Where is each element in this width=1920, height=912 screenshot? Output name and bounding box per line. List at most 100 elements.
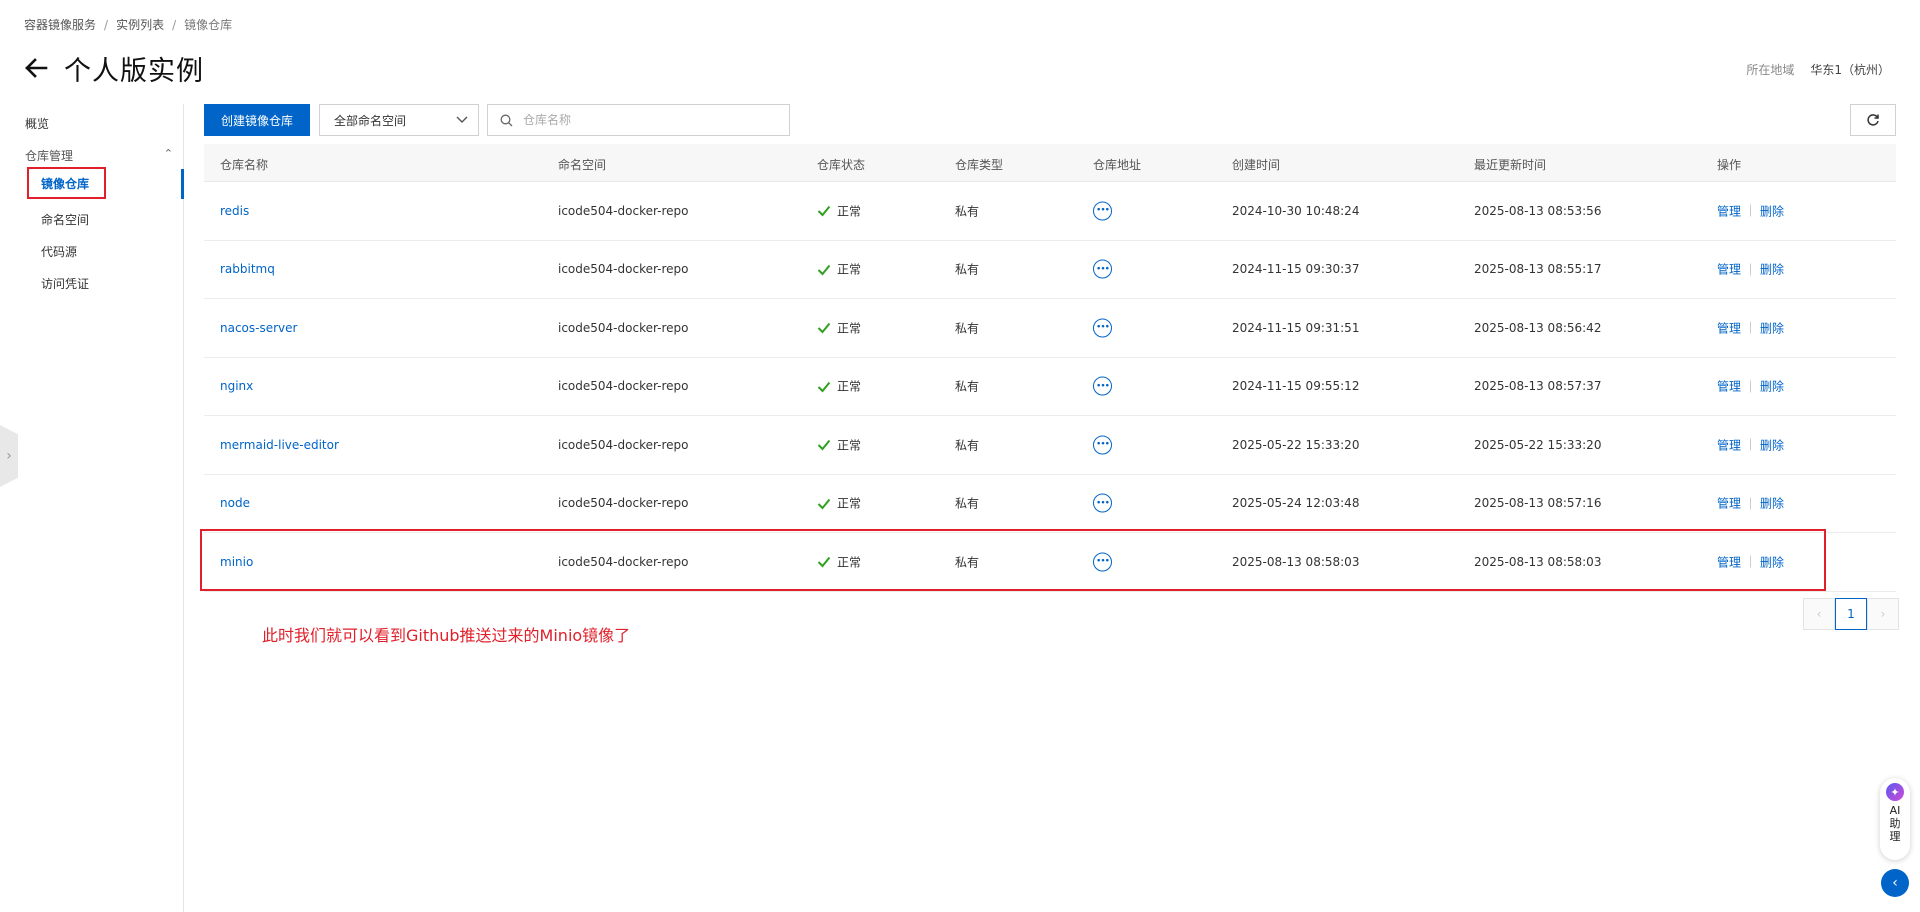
manage-link[interactable]: 管理	[1717, 436, 1741, 453]
action-divider	[1750, 380, 1752, 393]
more-icon[interactable]: •••	[1093, 552, 1112, 572]
breadcrumb: 容器镜像服务 / 实例列表 / 镜像仓库	[24, 16, 232, 33]
type-cell: 私有	[955, 496, 980, 511]
action-divider	[1750, 497, 1752, 510]
repo-name-link[interactable]: redis	[220, 204, 249, 218]
back-arrow-icon[interactable]	[22, 54, 50, 82]
page-title: 个人版实例	[64, 55, 204, 87]
repo-table: 仓库名称 命名空间 仓库状态 仓库类型 仓库地址 创建时间 最近更新时间 操作 …	[204, 144, 1896, 592]
created-time-cell: 2025-05-22 15:33:20	[1232, 437, 1360, 452]
repo-name-link[interactable]: mermaid-live-editor	[220, 438, 339, 452]
repo-name-link[interactable]: node	[220, 496, 250, 510]
manage-link[interactable]: 管理	[1717, 202, 1741, 219]
action-divider	[1750, 204, 1752, 217]
more-icon[interactable]: •••	[1093, 376, 1112, 396]
prev-page-button[interactable]: ‹	[1803, 598, 1835, 630]
status-text: 正常	[837, 204, 862, 219]
updated-time-cell: 2025-05-22 15:33:20	[1474, 437, 1602, 452]
type-cell: 私有	[955, 204, 980, 219]
updated-time-cell: 2025-08-13 08:55:17	[1474, 262, 1602, 277]
chevron-right-icon: ›	[6, 448, 12, 464]
sidebar-item-overview[interactable]: 概览	[25, 115, 49, 132]
chevron-left-icon: ‹	[1816, 607, 1822, 621]
actions-cell: 管理 删除	[1717, 553, 1784, 570]
more-icon[interactable]: •••	[1093, 435, 1112, 455]
updated-time-cell: 2025-08-13 08:56:42	[1474, 320, 1602, 335]
delete-link[interactable]: 删除	[1760, 319, 1784, 336]
more-icon[interactable]: •••	[1093, 201, 1112, 221]
repo-name-link[interactable]: minio	[220, 555, 253, 569]
sidebar-item-access-credential[interactable]: 访问凭证	[41, 275, 89, 292]
namespace-select[interactable]: 全部命名空间	[319, 104, 479, 136]
repo-name-link[interactable]: nacos-server	[220, 321, 297, 335]
check-icon	[817, 264, 831, 276]
chevron-down-icon	[456, 116, 468, 123]
refresh-icon	[1867, 114, 1879, 126]
actions-cell: 管理 删除	[1717, 436, 1784, 453]
created-time-cell: 2024-11-15 09:31:51	[1232, 320, 1360, 335]
created-time-cell: 2024-11-15 09:30:37	[1232, 262, 1360, 277]
table-row: nginx icode504-docker-repo 正常 私有 ••• 2024-11-…	[204, 358, 1896, 416]
search-input[interactable]	[523, 113, 773, 127]
toolbar: 创建镜像仓库 全部命名空间	[204, 104, 1896, 136]
delete-link[interactable]: 删除	[1760, 261, 1784, 278]
ai-assistant-button[interactable]: ✦ AI助理	[1880, 778, 1910, 860]
page-number[interactable]: 1	[1835, 598, 1867, 630]
sidebar-group-repo-management[interactable]: 仓库管理 ⌃	[25, 147, 173, 164]
type-cell: 私有	[955, 438, 980, 453]
delete-link[interactable]: 删除	[1760, 378, 1784, 395]
create-repo-button[interactable]: 创建镜像仓库	[204, 104, 310, 136]
manage-link[interactable]: 管理	[1717, 553, 1741, 570]
next-page-button[interactable]: ›	[1867, 598, 1899, 630]
more-icon[interactable]: •••	[1093, 318, 1112, 338]
more-icon[interactable]: •••	[1093, 493, 1112, 513]
delete-link[interactable]: 删除	[1760, 495, 1784, 512]
header-status: 仓库状态	[817, 158, 866, 172]
sidebar-item-image-repo[interactable]: 镜像仓库	[27, 167, 106, 199]
check-icon	[817, 498, 831, 510]
breadcrumb-item[interactable]: 实例列表	[116, 16, 164, 33]
table-row: rabbitmq icode504-docker-repo 正常 私有 ••• 2024-…	[204, 241, 1896, 299]
action-divider	[1750, 555, 1752, 568]
region-value: 华东1（杭州）	[1810, 63, 1890, 77]
refresh-button[interactable]	[1850, 104, 1896, 136]
sidebar-expand-handle[interactable]: ›	[0, 425, 18, 487]
updated-time-cell: 2025-08-13 08:57:16	[1474, 496, 1602, 511]
action-divider	[1750, 263, 1752, 276]
breadcrumb-item-current: 镜像仓库	[184, 18, 233, 32]
table-row: mermaid-live-editor icode504-docker-repo 正…	[204, 416, 1896, 475]
status-text: 正常	[837, 321, 862, 336]
status-cell: 正常	[817, 436, 861, 453]
actions-cell: 管理 删除	[1717, 495, 1784, 512]
manage-link[interactable]: 管理	[1717, 495, 1741, 512]
table-row: redis icode504-docker-repo 正常 私有 ••• 2024-10-…	[204, 182, 1896, 241]
manage-link[interactable]: 管理	[1717, 319, 1741, 336]
type-cell: 私有	[955, 555, 980, 570]
more-icon[interactable]: •••	[1093, 259, 1112, 279]
annotation-note: 此时我们就可以看到Github推送过来的Minio镜像了	[262, 626, 631, 645]
actions-cell: 管理 删除	[1717, 261, 1784, 278]
delete-link[interactable]: 删除	[1760, 553, 1784, 570]
status-text: 正常	[837, 496, 862, 511]
pagination: ‹ 1 ›	[1803, 598, 1899, 630]
breadcrumb-item[interactable]: 容器镜像服务	[24, 16, 96, 33]
status-cell: 正常	[817, 202, 861, 219]
manage-link[interactable]: 管理	[1717, 261, 1741, 278]
sidebar-item-code-source[interactable]: 代码源	[41, 243, 77, 260]
chevron-right-icon: ›	[1880, 607, 1886, 621]
repo-name-link[interactable]: nginx	[220, 379, 253, 393]
updated-time-cell: 2025-08-13 08:58:03	[1474, 554, 1602, 569]
search-icon	[500, 114, 513, 126]
region-label: 所在地域	[1746, 63, 1795, 77]
header-namespace: 命名空间	[558, 158, 607, 172]
collapse-panel-button[interactable]: ‹	[1881, 869, 1909, 897]
sidebar-item-namespace[interactable]: 命名空间	[41, 211, 89, 228]
header-type: 仓库类型	[955, 158, 1004, 172]
status-cell: 正常	[817, 261, 861, 278]
delete-link[interactable]: 删除	[1760, 436, 1784, 453]
namespace-cell: icode504-docker-repo	[558, 320, 689, 335]
manage-link[interactable]: 管理	[1717, 378, 1741, 395]
delete-link[interactable]: 删除	[1760, 202, 1784, 219]
table-header: 仓库名称 命名空间 仓库状态 仓库类型 仓库地址 创建时间 最近更新时间 操作	[204, 144, 1896, 182]
repo-name-link[interactable]: rabbitmq	[220, 262, 275, 276]
